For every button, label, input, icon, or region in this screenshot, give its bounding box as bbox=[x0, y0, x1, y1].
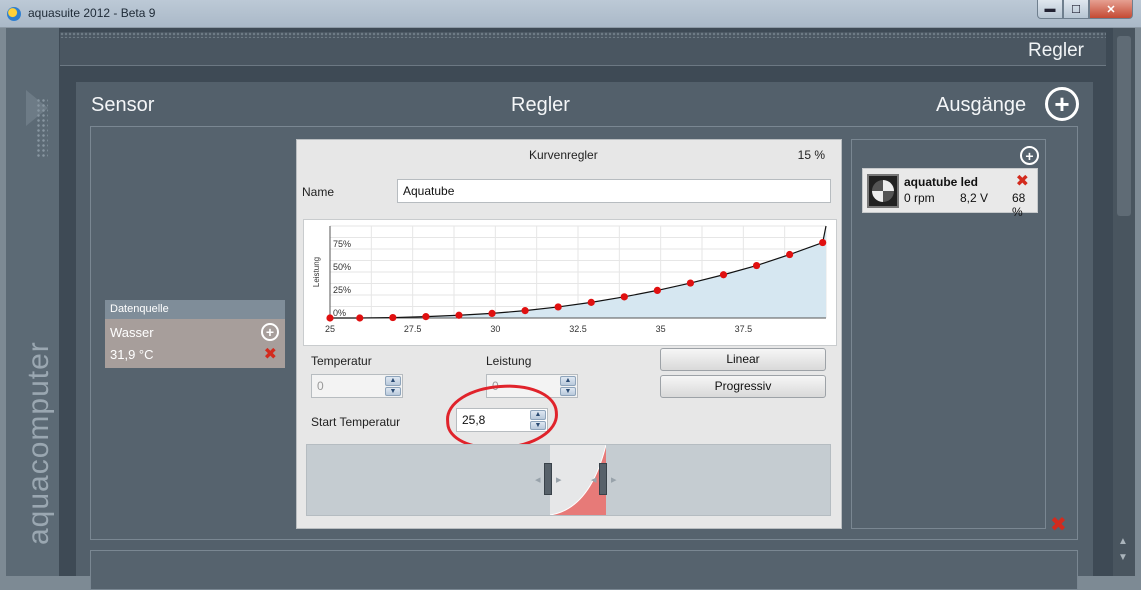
x-tick-label: 35 bbox=[656, 324, 666, 334]
power-label: Leistung bbox=[486, 354, 532, 368]
header-dot-pattern bbox=[60, 32, 1106, 38]
power-up-arrow-icon[interactable]: ▲ bbox=[560, 376, 576, 386]
x-tick-label: 32.5 bbox=[569, 324, 587, 334]
slider-left-handle[interactable] bbox=[544, 463, 552, 495]
temperature-spinner[interactable]: 0 ▲ ▼ bbox=[311, 374, 403, 398]
data-source-card[interactable]: Datenquelle Wasser 31,9 °C + ✖ bbox=[105, 300, 285, 368]
curve-point-15 bbox=[819, 238, 827, 247]
name-label: Name bbox=[302, 185, 335, 199]
slider-right-hint-icon: ▸ bbox=[556, 474, 562, 486]
remove-source-icon[interactable]: ✖ bbox=[264, 344, 277, 363]
curve-controller: Kurvenregler 15 % Name Aquatube 0% 25% 50%… bbox=[296, 139, 842, 529]
data-source-heading: Datenquelle bbox=[105, 300, 285, 319]
curve-point-12 bbox=[719, 271, 728, 279]
slider-right-hint-icon-2: ▸ bbox=[611, 474, 617, 486]
output-name: aquatube led bbox=[904, 175, 979, 189]
add-output-small-plus-icon[interactable]: + bbox=[1020, 146, 1039, 165]
remove-output-icon[interactable]: ✖ bbox=[1016, 171, 1029, 190]
fan-icon bbox=[867, 174, 899, 208]
add-source-plus-icon[interactable]: + bbox=[261, 323, 279, 341]
curve-point-11 bbox=[686, 279, 695, 287]
page-header: Regler bbox=[60, 32, 1106, 66]
curve-point-4 bbox=[455, 311, 463, 319]
dot-pattern bbox=[36, 98, 48, 158]
controller-name-input[interactable]: Aquatube bbox=[397, 179, 831, 203]
data-source-name: Wasser bbox=[110, 325, 154, 340]
power-down-arrow-icon[interactable]: ▼ bbox=[560, 386, 576, 396]
y-axis-label: Leistung bbox=[312, 257, 321, 287]
vertical-scrollbar[interactable]: ▲ ▼ bbox=[1113, 28, 1135, 576]
outputs-column-heading: Ausgänge bbox=[936, 94, 1027, 116]
curve-point-13 bbox=[752, 261, 761, 270]
start-temperature-label: Start Temperatur bbox=[311, 415, 401, 429]
minimize-button[interactable]: ▬ bbox=[1037, 0, 1063, 19]
x-tick-label: 30 bbox=[490, 324, 500, 334]
x-tick-label: 37.5 bbox=[735, 324, 753, 334]
scrollbar-thumb[interactable] bbox=[1117, 36, 1131, 216]
curve-point-14 bbox=[786, 250, 794, 259]
output-card[interactable]: aquatube led ✖ 0 rpm 8,2 V 68 % bbox=[862, 168, 1038, 219]
curve-point-1 bbox=[356, 314, 364, 322]
output-percent: 68 % bbox=[1012, 191, 1026, 219]
curve-chart-svg[interactable]: 0% 25% 50% 75% 25 27.5 30 32.5 35 37.5 Leistung bbox=[304, 220, 836, 345]
controller-output-percent: 15 % bbox=[797, 148, 825, 162]
curve-point-2 bbox=[389, 313, 397, 322]
temperature-up-arrow-icon[interactable]: ▲ bbox=[385, 376, 401, 386]
temperature-label: Temperatur bbox=[311, 354, 372, 368]
curve-point-3 bbox=[422, 313, 430, 321]
curve-point-10 bbox=[653, 286, 661, 294]
remove-controller-icon[interactable]: ✖ bbox=[1050, 512, 1067, 536]
scroll-down-arrow-icon[interactable]: ▼ bbox=[1118, 552, 1128, 563]
slider-left-hint-icon-2: ◂ bbox=[591, 474, 597, 486]
curve-point-5 bbox=[488, 309, 496, 317]
output-voltage: 8,2 V bbox=[960, 191, 989, 205]
y-tick-label: 50% bbox=[333, 262, 351, 272]
x-tick-label: 27.5 bbox=[404, 324, 422, 334]
data-source-value: 31,9 °C bbox=[110, 347, 154, 362]
progressive-button[interactable]: Progressiv bbox=[660, 375, 826, 398]
controller-column-heading: Regler bbox=[511, 94, 570, 116]
curve-point-7 bbox=[554, 303, 562, 311]
slider-right-handle[interactable] bbox=[599, 463, 607, 495]
curve-point-6 bbox=[521, 307, 529, 315]
slider-left-hint-icon: ◂ bbox=[535, 474, 541, 486]
controller-row-next bbox=[90, 550, 1078, 590]
curve-point-8 bbox=[587, 298, 595, 306]
brand-logo-text: aquacomputer bbox=[22, 341, 55, 545]
maximize-button[interactable]: ☐ bbox=[1063, 0, 1089, 19]
title-bar: aquasuite 2012 - Beta 9 ▬ ☐ ✕ bbox=[0, 0, 1141, 28]
output-rpm: 0 rpm bbox=[904, 191, 935, 205]
add-output-plus-icon[interactable]: + bbox=[1045, 87, 1079, 121]
page-title: Regler bbox=[1028, 40, 1084, 61]
close-button[interactable]: ✕ bbox=[1089, 0, 1133, 19]
linear-button[interactable]: Linear bbox=[660, 348, 826, 371]
window-title: aquasuite 2012 - Beta 9 bbox=[28, 6, 156, 20]
y-tick-label: 75% bbox=[333, 239, 351, 249]
controller-type-title: Kurvenregler bbox=[529, 148, 598, 162]
scroll-up-arrow-icon[interactable]: ▲ bbox=[1118, 536, 1128, 547]
window-controls: ▬ ☐ ✕ bbox=[1037, 0, 1133, 19]
x-tick-label: 25 bbox=[325, 324, 335, 334]
red-annotation-circle bbox=[444, 382, 560, 452]
range-slider[interactable]: ◂ ▸ ◂ ▸ bbox=[306, 444, 831, 516]
sensor-column-heading: Sensor bbox=[91, 94, 155, 116]
temperature-down-arrow-icon[interactable]: ▼ bbox=[385, 386, 401, 396]
temperature-value: 0 bbox=[317, 379, 324, 393]
outputs-panel: + aquatube led ✖ 0 rpm 8,2 V 68 % bbox=[851, 139, 1046, 529]
y-tick-label: 0% bbox=[333, 308, 346, 318]
curve-point-9 bbox=[620, 293, 628, 301]
y-tick-label: 25% bbox=[333, 285, 351, 295]
curve-chart[interactable]: 0% 25% 50% 75% 25 27.5 30 32.5 35 37.5 Leistung bbox=[303, 219, 837, 346]
app-icon bbox=[7, 7, 21, 21]
